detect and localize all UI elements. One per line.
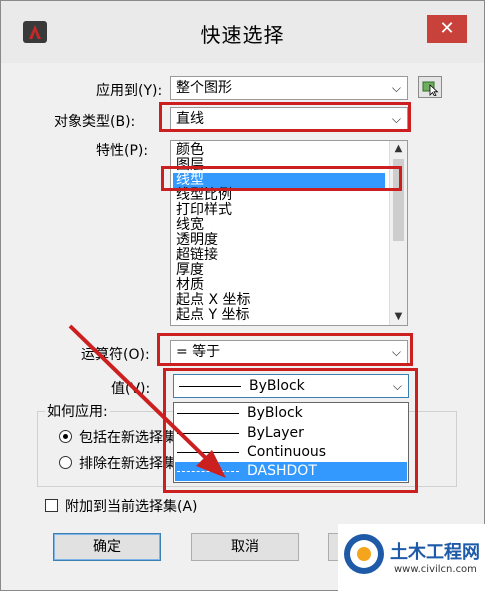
- civilcn-logo: [344, 534, 384, 574]
- watermark-url: www.civilcn.com: [394, 564, 477, 575]
- annotation-arrow: [68, 324, 226, 478]
- watermark: 土木工程网 www.civilcn.com: [338, 524, 485, 591]
- watermark-title: 土木工程网: [390, 542, 480, 563]
